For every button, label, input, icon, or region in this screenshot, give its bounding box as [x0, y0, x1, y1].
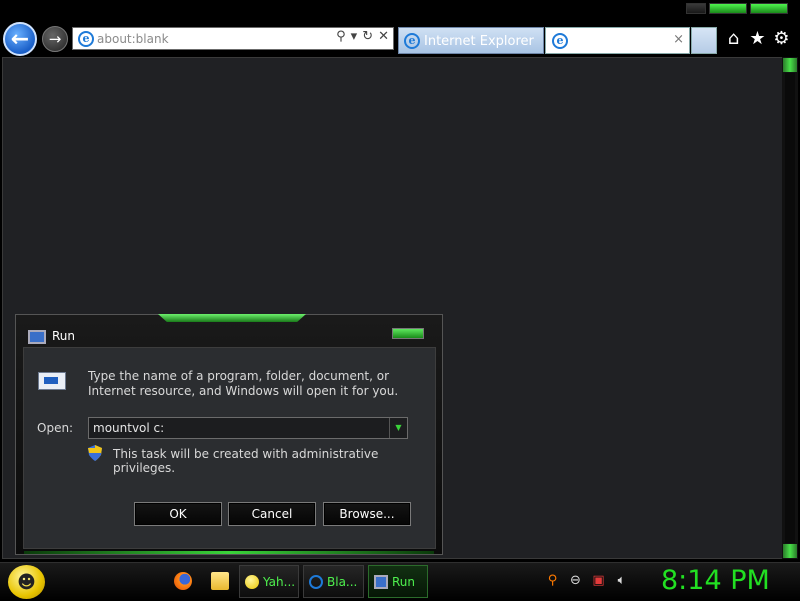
yahoo-messenger-icon [245, 574, 259, 589]
scrollbar-track[interactable] [785, 73, 795, 543]
run-program-icon [38, 372, 66, 390]
clock[interactable]: 8:14 PM [661, 565, 770, 596]
dialog-close-button[interactable] [392, 328, 424, 339]
search-icon[interactable]: ⚲ [545, 573, 560, 588]
run-icon [374, 574, 388, 589]
admin-note: This task will be created with administr… [113, 447, 379, 475]
ok-button[interactable]: OK [134, 502, 222, 526]
scroll-up-button[interactable] [783, 58, 797, 72]
command-bar: ⌂ ★ ⚙ [724, 28, 791, 49]
back-arrow-icon: ← [10, 26, 30, 52]
open-combobox[interactable]: ▼ [88, 417, 408, 439]
open-input[interactable] [93, 420, 387, 436]
folder-icon[interactable] [211, 572, 229, 590]
run-icon [28, 330, 46, 344]
system-tray: ⚲ ⊖ ▣ 🔈︎ [545, 573, 629, 588]
tab-internet-explorer[interactable]: e Internet Explorer [398, 27, 544, 54]
dialog-body: Type the name of a program, folder, docu… [23, 347, 436, 549]
dialog-description: Type the name of a program, folder, docu… [88, 369, 399, 398]
taskbar-item-run[interactable]: Run [368, 565, 428, 598]
title-glow [158, 314, 306, 322]
close-button[interactable] [750, 3, 788, 14]
home-icon[interactable]: ⌂ [724, 28, 743, 49]
cancel-button[interactable]: Cancel [228, 502, 316, 526]
open-label: Open: [37, 421, 74, 435]
gear-icon[interactable]: ⚙ [772, 28, 791, 49]
run-dialog: Run Type the name of a program, folder, … [15, 314, 443, 555]
stop-icon[interactable]: ✕ [378, 29, 389, 44]
dropdown-arrow-icon[interactable]: ▾ [351, 29, 358, 44]
dialog-title: Run [52, 329, 76, 343]
maximize-button[interactable] [709, 3, 747, 14]
minus-icon[interactable]: ⊖ [568, 573, 583, 588]
taskbar-item-yahoo[interactable]: Yah... [239, 565, 299, 598]
minimize-button[interactable] [686, 3, 706, 14]
tab-label: Internet Explorer [424, 34, 534, 49]
smiley-icon: ☻ [17, 571, 36, 593]
browse-button[interactable]: Browse... [323, 502, 411, 526]
forward-button[interactable]: → [42, 26, 68, 52]
uac-shield-icon [88, 445, 102, 461]
taskbar-item-label: Run [392, 574, 416, 589]
close-tab-icon[interactable]: × [673, 32, 684, 47]
network-icon[interactable]: ▣ [591, 573, 606, 588]
dropdown-arrow-icon[interactable]: ▼ [389, 418, 407, 438]
firefox-icon[interactable] [174, 572, 192, 590]
window-controls [686, 3, 788, 14]
taskbar-item-label: Yah... [263, 574, 296, 589]
browser-toolbar: ← → e ⚲ ▾ ↻ ✕ e Internet Explorer e × ⌂ … [0, 0, 800, 56]
internet-explorer-icon: e [404, 33, 420, 49]
internet-explorer-icon: e [78, 31, 94, 47]
address-bar[interactable]: e ⚲ ▾ ↻ ✕ [72, 27, 394, 50]
vertical-scrollbar[interactable] [782, 57, 798, 559]
address-input[interactable] [97, 30, 317, 47]
tab-active[interactable]: e × [545, 27, 690, 54]
search-icon[interactable]: ⚲ [336, 29, 346, 44]
forward-arrow-icon: → [48, 30, 62, 48]
taskbar-item-browser[interactable]: Bla... [303, 565, 364, 598]
internet-explorer-icon [309, 574, 323, 589]
start-button[interactable]: ☻ [8, 565, 45, 599]
internet-explorer-icon: e [552, 33, 568, 49]
volume-icon[interactable]: 🔈︎ [614, 573, 629, 588]
taskbar-item-label: Bla... [327, 574, 358, 589]
refresh-icon[interactable]: ↻ [362, 29, 373, 44]
star-icon[interactable]: ★ [748, 28, 767, 49]
back-button[interactable]: ← [3, 22, 37, 56]
taskbar: ☻ Yah... Bla... Run ⚲ ⊖ ▣ 🔈︎ 8:14 PM [0, 562, 800, 601]
scroll-down-button[interactable] [783, 544, 797, 558]
new-tab-button[interactable] [691, 27, 717, 54]
bottom-glow [24, 551, 434, 554]
